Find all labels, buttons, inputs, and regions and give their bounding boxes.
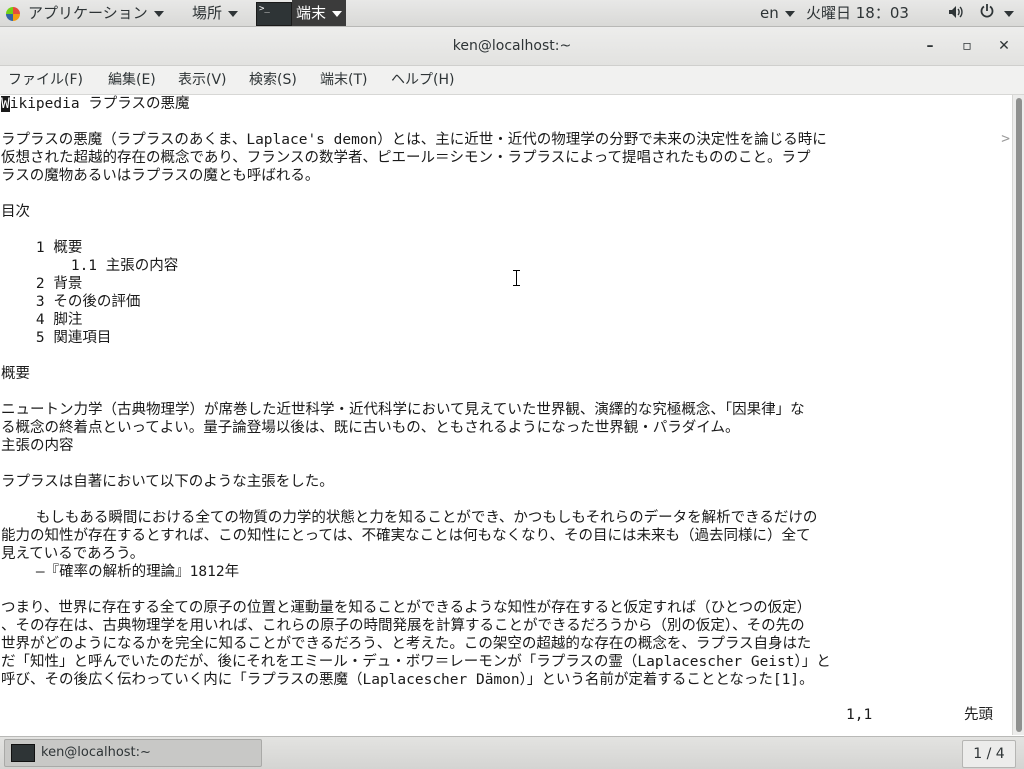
text-cursor: W	[1, 96, 10, 112]
terminal-line: ラプラスは自著において以下のような主張をした。	[1, 474, 334, 490]
applications-icon	[6, 6, 20, 21]
workspace-switcher[interactable]: 1 / 4	[962, 740, 1016, 768]
chevron-down-icon	[784, 10, 795, 17]
taskbar-window-button[interactable]: ken@localhost:~	[4, 739, 262, 767]
menu-file[interactable]: ファイル(F)	[8, 66, 83, 94]
clock-label: 火曜日 18：03	[806, 4, 909, 22]
chevron-down-icon	[332, 10, 343, 17]
terminal-line: ラスの魔物あるいはラプラスの魔とも呼ばれる。	[1, 168, 320, 184]
terminal-line: 4 脚注	[1, 312, 83, 328]
chevron-down-icon	[228, 10, 239, 17]
terminal-line: ラプラスの悪魔（ラプラスのあくま、Laplace's demon）とは、主に近世…	[1, 132, 827, 148]
terminal-line: 主張の内容	[1, 438, 74, 454]
terminal-line: ニュートン力学（古典物理学）が席巻した近世科学・近代科学において見えていた世界観…	[1, 402, 805, 418]
minimize-button[interactable]: –	[920, 36, 940, 56]
terminal-line: 見えているであろう。	[1, 546, 145, 562]
language-label: en	[760, 4, 779, 22]
terminal-line: Wikipedia ラプラスの悪魔	[1, 96, 190, 112]
terminal-line: だ「知性」と呼んでいたのだが、後にそれをエミール・デュ・ボワ＝レーモンが「ラプラ…	[1, 654, 831, 670]
terminal-scrollbar[interactable]	[1012, 95, 1024, 735]
menu-edit[interactable]: 編集(E)	[108, 66, 156, 94]
applications-label: アプリケーション	[28, 4, 148, 22]
menu-view[interactable]: 表示(V)	[178, 66, 227, 94]
line-overflow-marker: >	[1001, 131, 1010, 147]
menu-search[interactable]: 検索(S)	[249, 66, 297, 94]
terminal-line: 目次	[1, 204, 30, 220]
menu-terminal[interactable]: 端末(T)	[320, 66, 367, 94]
places-label: 場所	[192, 4, 223, 22]
window-title: ken@localhost:~	[452, 38, 572, 54]
terminal-line: 2 背景	[1, 276, 83, 292]
terminal-line: —『確率の解析的理論』1812年	[1, 564, 240, 580]
terminal-line: 1 概要	[1, 240, 83, 256]
terminal-line: 1.1 主張の内容	[1, 258, 179, 274]
terminal-line: 概要	[1, 366, 30, 382]
menu-bar: ファイル(F) 編集(E) 表示(V) 検索(S) 端末(T) ヘルプ(H)	[0, 66, 1024, 95]
top-bar: アプリケーション 場所 >_ 端末 en 火曜日 18：03	[0, 0, 1024, 27]
terminal-line: 3 その後の評価	[1, 294, 141, 310]
close-button[interactable]: ✕	[994, 36, 1014, 56]
terminal-line: もしもある瞬間における全ての物質の力学的状態と力を知ることができ、かつもしもそれ…	[1, 510, 818, 526]
terminal-line: 世界がどのようになるかを完全に知ることができるだろう、と考えた。この架空の超越的…	[1, 636, 812, 652]
system-menu[interactable]	[938, 0, 1014, 26]
terminal-line: る概念の終着点といってよい。量子論登場以後は、既に古いもの、ともされるようになっ…	[1, 420, 740, 436]
input-language-menu[interactable]: en	[760, 0, 795, 26]
taskbar-window-label: ken@localhost:~	[41, 745, 151, 760]
terminal-line: 能力の知性が存在するとすれば、この知性にとっては、不確実なことは何もなくなり、そ…	[1, 528, 811, 544]
terminal-line: 5 関連項目	[1, 330, 112, 346]
volume-icon	[948, 1, 964, 27]
bottom-taskbar: ken@localhost:~ 1 / 4	[0, 736, 1024, 769]
chevron-down-icon	[1004, 10, 1014, 17]
terminal-line: 呼び、その後広く伝わっていく内に「ラプラスの悪魔（Laplacescher Dä…	[1, 672, 814, 688]
window-titlebar[interactable]: ken@localhost:~ – ▫ ✕	[0, 27, 1024, 66]
maximize-button[interactable]: ▫	[957, 36, 977, 56]
power-icon	[979, 1, 995, 27]
terminal-app-menu[interactable]: >_ 端末	[256, 0, 347, 26]
ibeam-pointer-icon	[513, 270, 524, 286]
applications-menu[interactable]: アプリケーション	[6, 0, 164, 26]
terminal-line: 仮想された超越的存在の概念であり、フランスの数学者、ピエール＝シモン・ラプラスに…	[1, 150, 811, 166]
terminal-icon: >_	[256, 1, 292, 26]
chevron-down-icon	[153, 10, 164, 17]
cursor-position-status: 1,1	[846, 707, 873, 723]
terminal-view[interactable]: Wikipedia ラプラスの悪魔 ラプラスの悪魔（ラプラスのあくま、Lapla…	[0, 95, 1012, 735]
scrollbar-thumb[interactable]	[1016, 98, 1022, 732]
terminal-icon	[11, 743, 35, 762]
terminal-line: つまり、世界に存在する全ての原子の位置と運動量を知ることができるような知性が存在…	[1, 600, 812, 616]
menu-help[interactable]: ヘルプ(H)	[391, 66, 454, 94]
terminal-line: 、その存在は、古典物理学を用いれば、これらの原子の時間発展を計算することができる…	[1, 618, 805, 634]
places-menu[interactable]: 場所	[192, 0, 239, 26]
terminal-app-label: 端末	[296, 4, 327, 22]
scroll-position-status: 先頭	[964, 707, 993, 723]
clock[interactable]: 火曜日 18：03	[806, 0, 909, 26]
